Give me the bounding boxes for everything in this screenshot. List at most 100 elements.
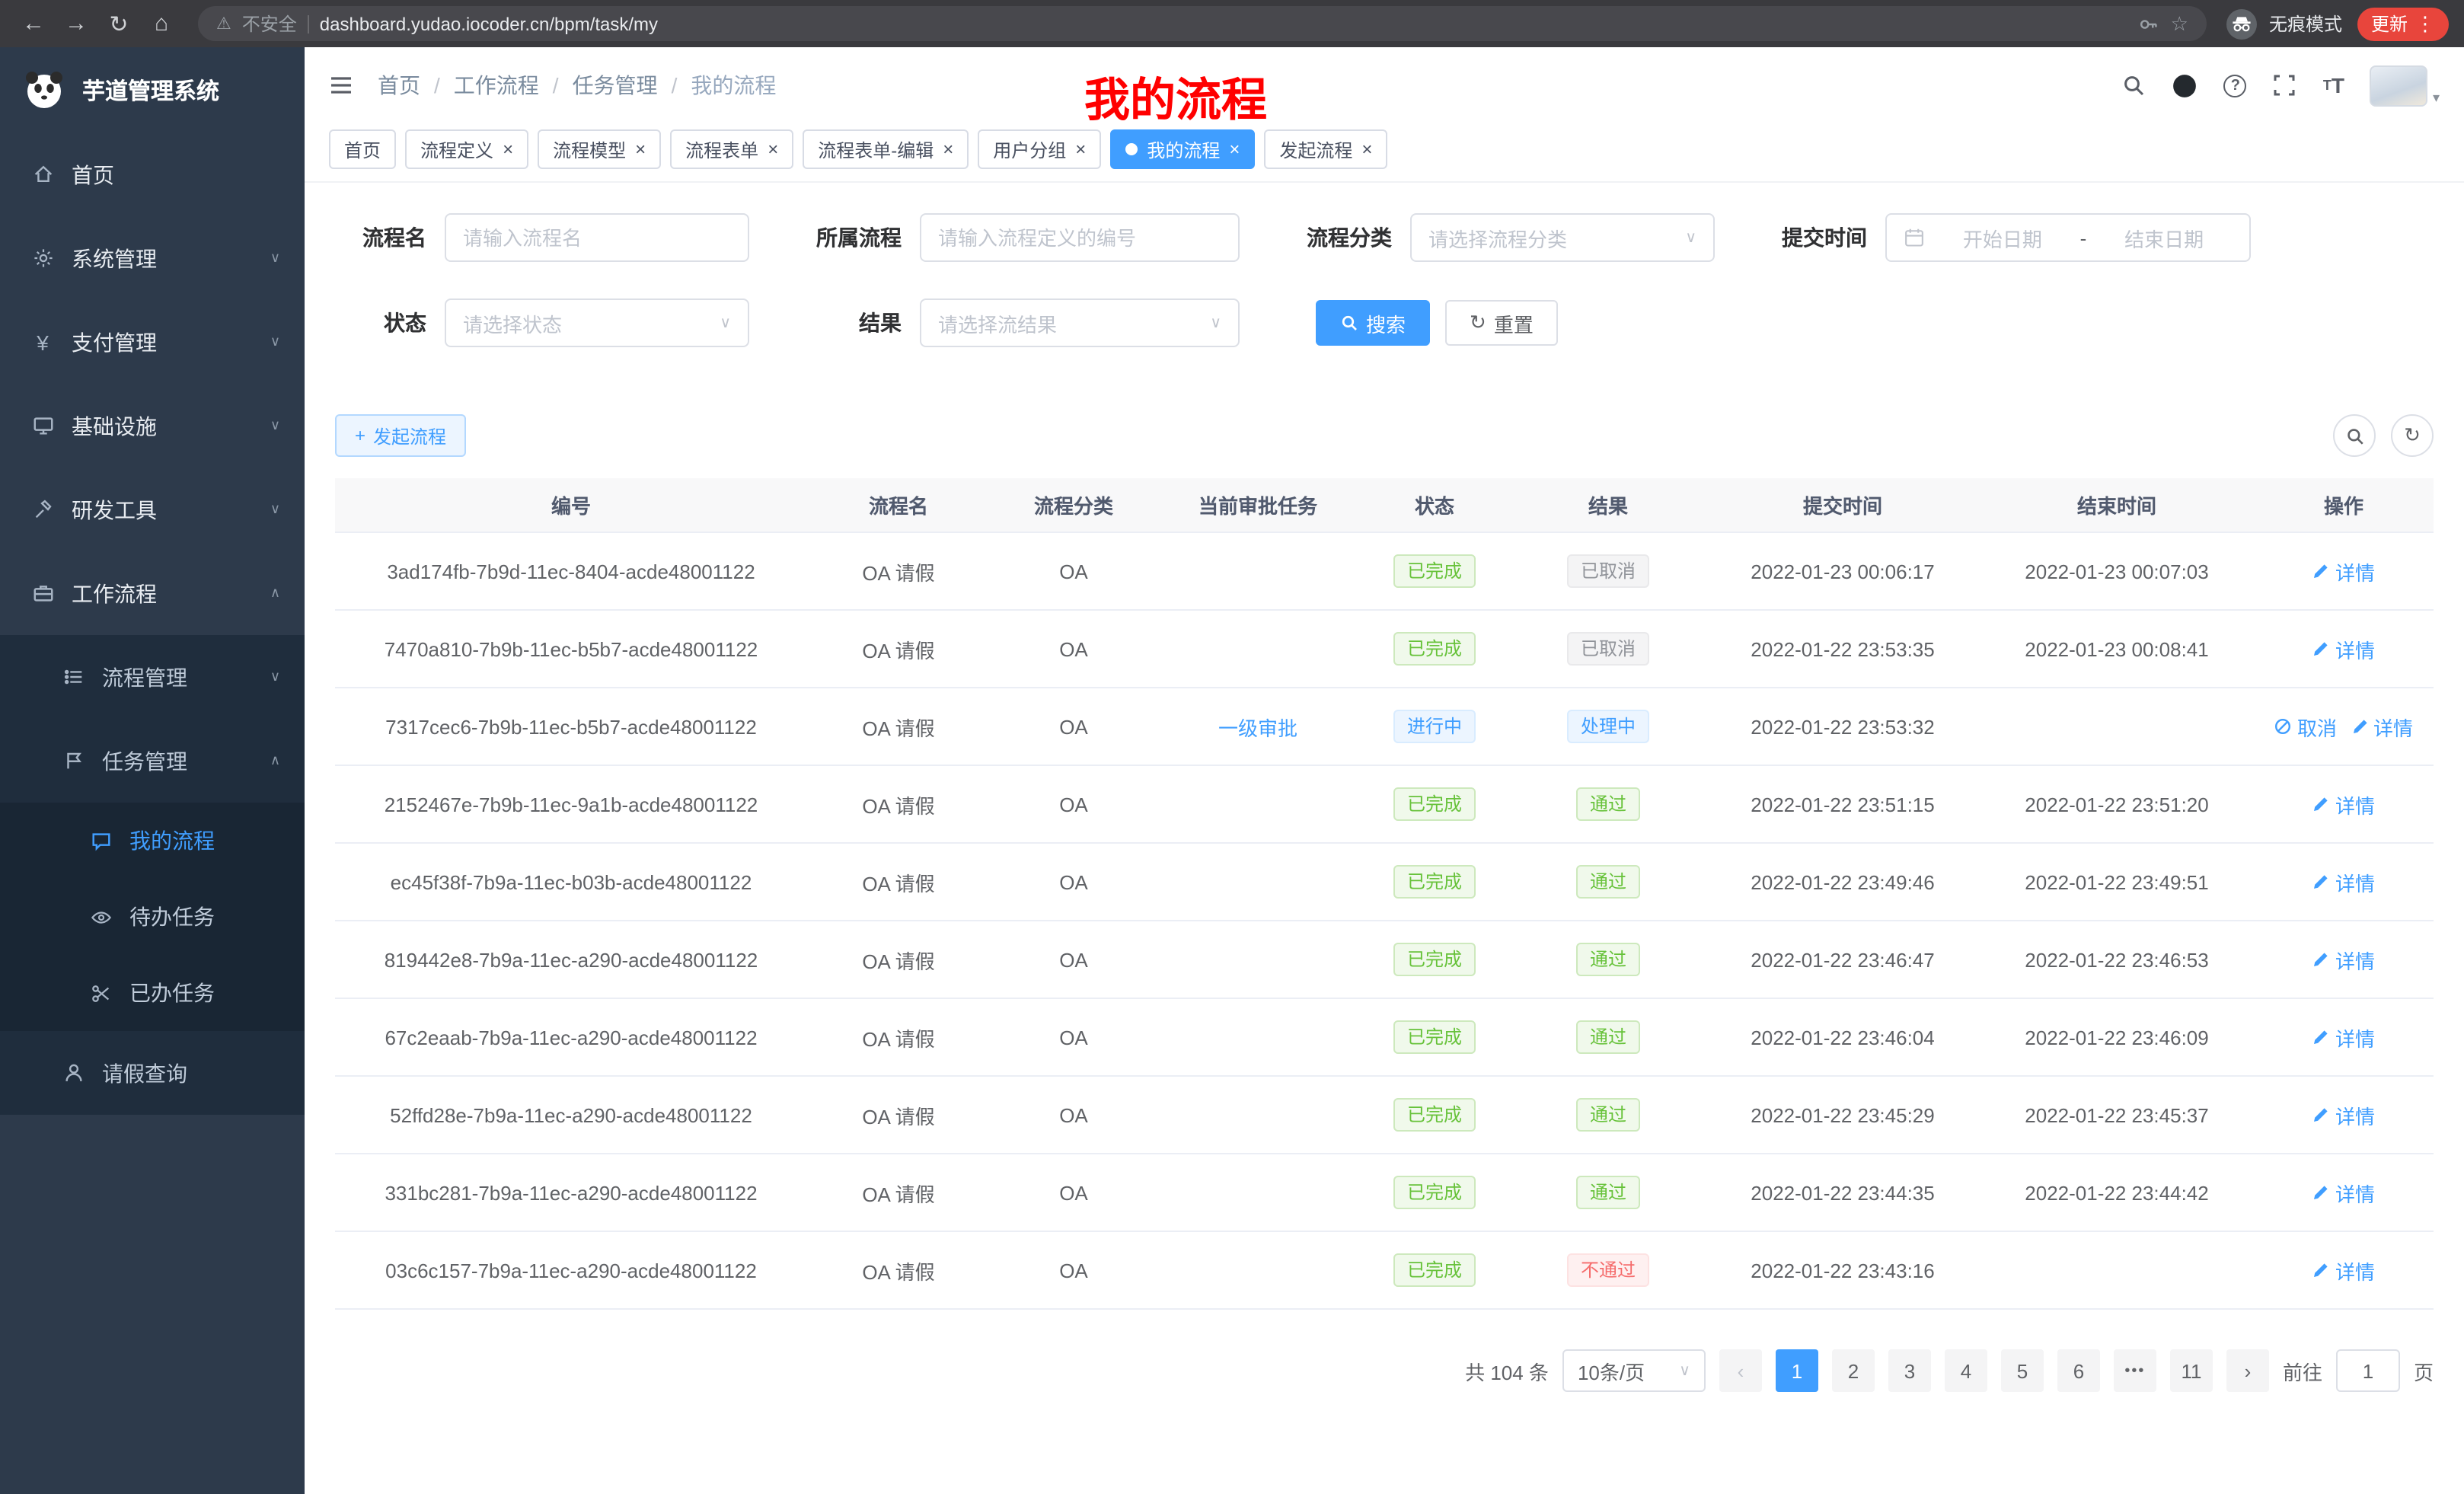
status-select[interactable]: 请选择状态 ∨ bbox=[445, 298, 749, 347]
result-select[interactable]: 请选择流结果 ∨ bbox=[920, 298, 1240, 347]
current-task-link[interactable]: 一级审批 bbox=[1218, 712, 1297, 741]
close-icon[interactable]: × bbox=[635, 139, 646, 160]
detail-link[interactable]: 详情 bbox=[2312, 945, 2375, 974]
page-button-1[interactable]: 1 bbox=[1776, 1349, 1818, 1392]
detail-link[interactable]: 详情 bbox=[2312, 790, 2375, 819]
bookmark-star-icon[interactable]: ☆ bbox=[2171, 11, 2188, 36]
browser-home-icon[interactable]: ⌂ bbox=[143, 5, 180, 42]
github-icon[interactable] bbox=[2172, 72, 2198, 98]
detail-link[interactable]: 详情 bbox=[2351, 712, 2413, 741]
page-button-4[interactable]: 4 bbox=[1945, 1349, 1987, 1392]
detail-link[interactable]: 详情 bbox=[2312, 1178, 2375, 1207]
chevron-down-icon: ∨ bbox=[1685, 229, 1696, 246]
reload-icon[interactable]: ↻ bbox=[101, 5, 137, 42]
detail-link[interactable]: 详情 bbox=[2312, 867, 2375, 896]
process-name-input[interactable] bbox=[445, 213, 749, 262]
cell-id: 7470a810-7b9b-11ec-b5b7-acde48001122 bbox=[335, 611, 807, 687]
browser-menu-icon[interactable]: ⋮ bbox=[2415, 11, 2435, 36]
page-button-11[interactable]: 11 bbox=[2170, 1349, 2213, 1392]
reset-button[interactable]: ↻ 重置 bbox=[1445, 300, 1558, 346]
close-icon[interactable]: × bbox=[1361, 139, 1372, 160]
process-def-input[interactable] bbox=[920, 213, 1240, 262]
page-button-5[interactable]: 5 bbox=[2001, 1349, 2044, 1392]
app-logo-row[interactable]: 芋道管理系统 bbox=[0, 47, 305, 132]
forward-icon[interactable]: → bbox=[58, 5, 94, 42]
chevron-down-icon: ∨ bbox=[1679, 1362, 1690, 1379]
tab-user-group[interactable]: 用户分组 × bbox=[978, 129, 1101, 169]
sidebar-item-system[interactable]: 系统管理 ∨ bbox=[0, 216, 305, 300]
close-icon[interactable]: × bbox=[1229, 139, 1240, 160]
more-pages-button[interactable]: ••• bbox=[2114, 1349, 2156, 1392]
tab-process-form[interactable]: 流程表单 × bbox=[670, 129, 793, 169]
sidebar-item-home[interactable]: 首页 bbox=[0, 132, 305, 216]
result-tag: 已取消 bbox=[1567, 554, 1649, 588]
breadcrumb-task-management[interactable]: 任务管理 bbox=[573, 70, 658, 101]
tab-process-model[interactable]: 流程模型 × bbox=[538, 129, 661, 169]
edit-icon bbox=[2312, 950, 2331, 969]
sidebar-item-infrastructure[interactable]: 基础设施 ∨ bbox=[0, 384, 305, 468]
detail-link[interactable]: 详情 bbox=[2312, 1256, 2375, 1285]
key-icon[interactable] bbox=[2139, 13, 2160, 34]
avatar[interactable] bbox=[2370, 65, 2428, 106]
refresh-table-button[interactable]: ↻ bbox=[2391, 414, 2434, 457]
tab-process-form-edit[interactable]: 流程表单-编辑 × bbox=[803, 129, 969, 169]
detail-link[interactable]: 详情 bbox=[2312, 557, 2375, 586]
sidebar-item-payment[interactable]: ¥ 支付管理 ∨ bbox=[0, 300, 305, 384]
search-button[interactable]: 搜索 bbox=[1316, 300, 1430, 346]
search-icon[interactable] bbox=[2122, 73, 2146, 97]
breadcrumb-workflow[interactable]: 工作流程 bbox=[454, 70, 539, 101]
cell-id: 819442e8-7b9a-11ec-a290-acde48001122 bbox=[335, 921, 807, 998]
detail-link[interactable]: 详情 bbox=[2312, 1100, 2375, 1129]
close-icon[interactable]: × bbox=[943, 139, 953, 160]
font-size-icon[interactable]: TT bbox=[2323, 73, 2344, 97]
next-page-button[interactable]: › bbox=[2226, 1349, 2269, 1392]
goto-page-input[interactable] bbox=[2336, 1349, 2400, 1392]
sidebar-item-devtools[interactable]: 研发工具 ∨ bbox=[0, 468, 305, 551]
sidebar-item-todo-tasks[interactable]: 待办任务 bbox=[0, 879, 305, 955]
cell-name: OA 请假 bbox=[807, 1232, 990, 1308]
submit-time-range[interactable]: 开始日期 - 结束日期 bbox=[1885, 213, 2251, 262]
prev-page-button[interactable]: ‹ bbox=[1719, 1349, 1762, 1392]
cancel-link[interactable]: 取消 bbox=[2274, 712, 2337, 741]
cell-category: OA bbox=[990, 766, 1157, 842]
edit-icon bbox=[2351, 717, 2369, 736]
update-button[interactable]: 更新 ⋮ bbox=[2357, 7, 2449, 40]
close-icon[interactable]: × bbox=[503, 139, 513, 160]
cell-submit-time: 2022-01-22 23:51:15 bbox=[1706, 766, 1980, 842]
hamburger-icon[interactable] bbox=[329, 73, 353, 97]
close-icon[interactable]: × bbox=[1075, 139, 1086, 160]
col-header-submit-time: 提交时间 bbox=[1706, 478, 1980, 532]
result-tag: 通过 bbox=[1576, 1098, 1640, 1132]
sidebar-item-done-tasks[interactable]: 已办任务 bbox=[0, 955, 305, 1031]
cell-id: 7317cec6-7b9b-11ec-b5b7-acde48001122 bbox=[335, 688, 807, 765]
fullscreen-icon[interactable] bbox=[2273, 73, 2297, 97]
detail-link[interactable]: 详情 bbox=[2312, 1023, 2375, 1052]
page-button-6[interactable]: 6 bbox=[2057, 1349, 2100, 1392]
sidebar-item-workflow[interactable]: 工作流程 ∧ bbox=[0, 551, 305, 635]
page-size-select[interactable]: 10条/页 ∨ bbox=[1562, 1349, 1706, 1392]
tab-process-definition[interactable]: 流程定义 × bbox=[405, 129, 528, 169]
avatar-caret-icon: ▾ bbox=[2433, 89, 2440, 106]
user-menu[interactable]: ▾ bbox=[2370, 65, 2440, 106]
tab-home[interactable]: 首页 bbox=[329, 129, 396, 169]
category-select[interactable]: 请选择流程分类 ∨ bbox=[1410, 213, 1715, 262]
page-button-3[interactable]: 3 bbox=[1888, 1349, 1931, 1392]
sidebar: 芋道管理系统 首页 系统管理 ∨ ¥ 支付管理 ∨ bbox=[0, 47, 305, 1494]
start-process-button[interactable]: + 发起流程 bbox=[335, 414, 466, 457]
breadcrumb-home[interactable]: 首页 bbox=[378, 70, 420, 101]
tab-start-process[interactable]: 发起流程 × bbox=[1264, 129, 1387, 169]
sidebar-item-process-management[interactable]: 流程管理 ∨ bbox=[0, 635, 305, 719]
sidebar-item-my-process[interactable]: 我的流程 bbox=[0, 803, 305, 879]
sidebar-item-leave-query[interactable]: 请假查询 bbox=[0, 1031, 305, 1115]
sidebar-item-task-management[interactable]: 任务管理 ∧ bbox=[0, 719, 305, 803]
help-icon[interactable]: ? bbox=[2224, 74, 2247, 97]
page-button-2[interactable]: 2 bbox=[1832, 1349, 1875, 1392]
close-icon[interactable]: × bbox=[768, 139, 778, 160]
detail-link[interactable]: 详情 bbox=[2312, 634, 2375, 663]
show-search-button[interactable] bbox=[2333, 414, 2376, 457]
tab-my-process[interactable]: 我的流程 × bbox=[1110, 129, 1255, 169]
url-bar[interactable]: ⚠ 不安全 dashboard.yudao.iocoder.cn/bpm/tas… bbox=[198, 6, 2207, 41]
table-row: 7317cec6-7b9b-11ec-b5b7-acde48001122 OA … bbox=[335, 688, 2434, 766]
col-header-actions: 操作 bbox=[2254, 478, 2434, 532]
back-icon[interactable]: ← bbox=[15, 5, 52, 42]
